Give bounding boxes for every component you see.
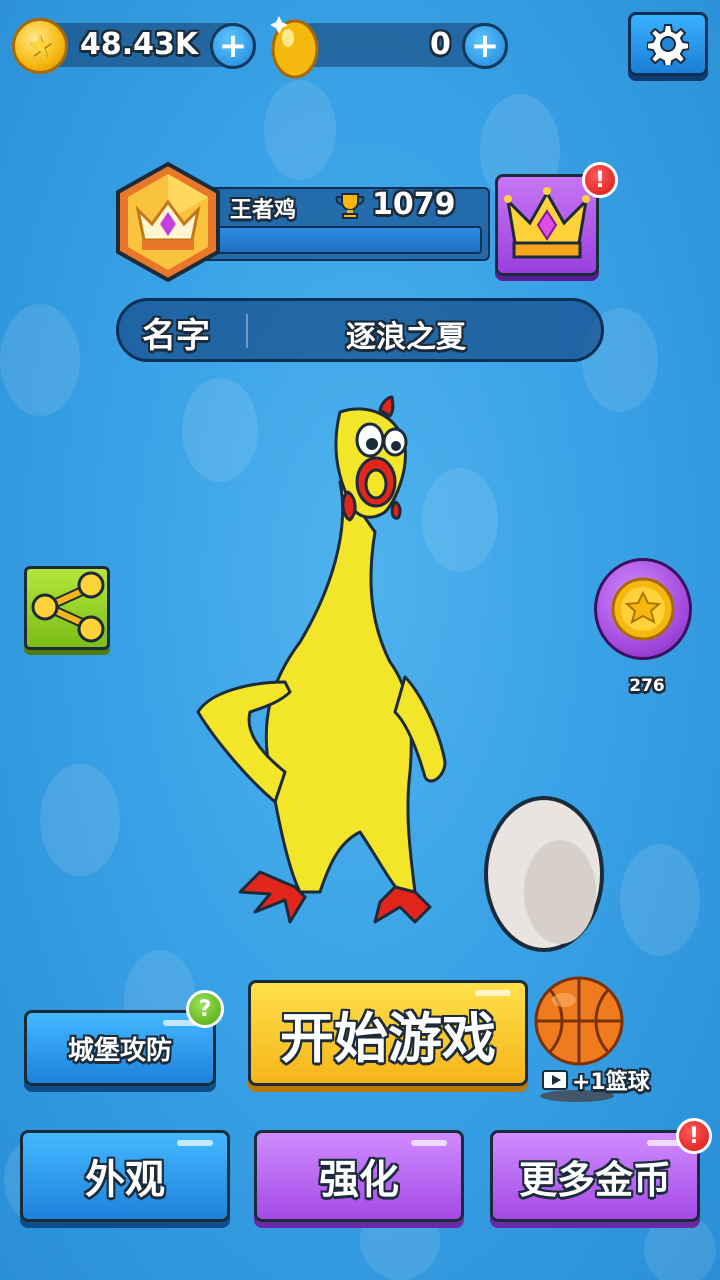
share-icon — [31, 571, 105, 643]
castle-defense-button[interactable]: 城堡攻防 — [24, 1010, 216, 1086]
player-name: 逐浪之夏 — [346, 320, 466, 355]
coin-balance: 48.43K — [80, 27, 199, 62]
plus-icon: + — [218, 26, 248, 66]
rubber-chicken-character[interactable] — [190, 392, 460, 932]
castle-defense-help-badge: ? — [186, 990, 224, 1028]
coin-icon: ★ — [12, 18, 68, 74]
name-divider — [246, 314, 248, 348]
add-eggs-button[interactable]: + — [462, 23, 508, 69]
egg-item[interactable] — [482, 792, 606, 954]
more-coins-button[interactable]: 更多金币 — [490, 1130, 700, 1222]
share-button[interactable] — [24, 566, 110, 650]
skin-button[interactable]: 外观 — [20, 1130, 230, 1222]
name-label: 名字 — [142, 316, 210, 356]
trophy-icon — [335, 193, 365, 219]
egg-icon — [270, 16, 319, 79]
castle-defense-label: 城堡攻防 — [67, 1035, 172, 1066]
coin-reward-button[interactable] — [594, 558, 692, 660]
button-shine — [475, 990, 511, 996]
start-game-button[interactable]: 开始游戏 — [248, 980, 528, 1086]
add-coins-button[interactable]: + — [210, 23, 256, 69]
rank-badge-icon[interactable] — [112, 160, 224, 284]
gear-icon — [647, 24, 689, 65]
coin-icon — [611, 577, 675, 641]
more-coins-alert-badge: ! — [676, 1118, 712, 1154]
trophy-count: 1079 — [372, 187, 456, 222]
settings-button[interactable] — [628, 12, 708, 76]
rank-progress-bar — [212, 226, 482, 254]
basketball-icon[interactable] — [532, 974, 626, 1068]
button-shine — [177, 1140, 213, 1146]
plus-icon: + — [470, 26, 500, 66]
upgrade-button[interactable]: 强化 — [254, 1130, 464, 1222]
button-shine — [411, 1140, 447, 1146]
start-game-label: 开始游戏 — [280, 1006, 496, 1070]
rank-name: 王者鸡 — [230, 198, 297, 223]
egg-balance: 0 — [430, 27, 451, 62]
upgrade-label: 强化 — [319, 1157, 399, 1203]
video-icon — [542, 1070, 568, 1090]
skin-label: 外观 — [85, 1157, 165, 1203]
rank-rewards-alert-badge: ! — [582, 162, 618, 198]
rank-rewards-button[interactable] — [495, 174, 599, 276]
coin-reward-count: 276 — [629, 676, 665, 696]
basketball-reward-label: +1篮球 — [572, 1070, 650, 1095]
crown-icon — [504, 187, 590, 259]
more-coins-label: 更多金币 — [518, 1157, 671, 1202]
basketball-reward[interactable]: +1篮球 — [542, 1064, 650, 1096]
